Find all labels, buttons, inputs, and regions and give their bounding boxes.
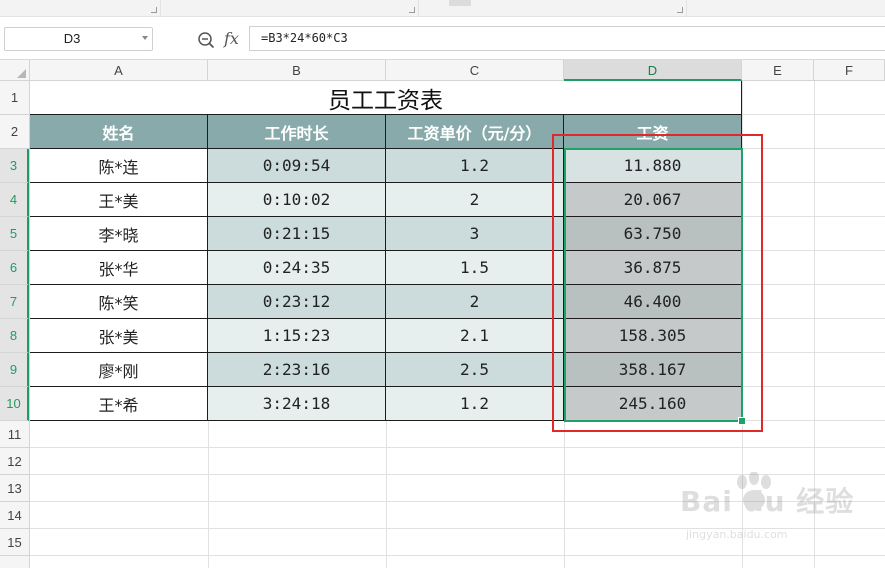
- table-cell[interactable]: 36.875: [564, 251, 742, 285]
- table-cell[interactable]: 2.1: [386, 319, 564, 353]
- row-header[interactable]: 1: [0, 81, 29, 115]
- table-cell[interactable]: 0:24:35: [208, 251, 386, 285]
- formula-input[interactable]: =B3*24*60*C3: [249, 26, 885, 51]
- zoom-icon[interactable]: [197, 31, 215, 49]
- chevron-down-icon[interactable]: [142, 36, 148, 40]
- row-header[interactable]: 12: [0, 448, 29, 475]
- row-header[interactable]: 4: [0, 183, 29, 217]
- row-header-column: 1 2 3 4 5 6 7 8 9 10 11 12 13 14 15: [0, 81, 30, 568]
- table-cell[interactable]: 2: [386, 183, 564, 217]
- column-header-b[interactable]: B: [208, 60, 386, 81]
- header-cell-duration[interactable]: 工作时长: [208, 115, 386, 149]
- table-cell[interactable]: 3: [386, 217, 564, 251]
- table-cell[interactable]: 0:21:15: [208, 217, 386, 251]
- row-header[interactable]: 15: [0, 529, 29, 556]
- watermark: Bai du 经验 jingyan.baidu.com: [672, 462, 877, 562]
- dialog-launcher-icon[interactable]: [409, 7, 415, 13]
- row-header[interactable]: 5: [0, 217, 29, 251]
- header-cell-wage[interactable]: 工资: [564, 115, 742, 149]
- ribbon-group-alignment: [418, 0, 687, 16]
- row-header[interactable]: 6: [0, 251, 29, 285]
- ribbon-bottom-strip: [0, 0, 885, 17]
- column-header-c[interactable]: C: [386, 60, 564, 81]
- ribbon-group-clipboard: [0, 0, 161, 16]
- fill-handle[interactable]: [738, 417, 746, 425]
- table-cell[interactable]: 63.750: [564, 217, 742, 251]
- insert-function-icon[interactable]: fx: [224, 29, 239, 48]
- name-box[interactable]: D3: [4, 27, 153, 51]
- row-header[interactable]: 11: [0, 421, 29, 448]
- row-header[interactable]: 2: [0, 115, 29, 149]
- column-header-f[interactable]: F: [814, 60, 885, 81]
- ribbon-group-font: [160, 0, 419, 16]
- table-cell[interactable]: 廖*刚: [30, 353, 208, 387]
- table-cell[interactable]: 1.5: [386, 251, 564, 285]
- table-cell[interactable]: 245.160: [564, 387, 742, 421]
- column-header-row: A B C D E F: [0, 60, 885, 81]
- gridline: [30, 447, 885, 448]
- table-cell[interactable]: 0:09:54: [208, 149, 386, 183]
- table-cell[interactable]: 1.2: [386, 387, 564, 421]
- table-cell[interactable]: 0:23:12: [208, 285, 386, 319]
- select-all-corner[interactable]: [0, 60, 30, 81]
- row-header[interactable]: 7: [0, 285, 29, 319]
- table-cell[interactable]: 王*美: [30, 183, 208, 217]
- table-cell[interactable]: 张*华: [30, 251, 208, 285]
- table-cell[interactable]: 158.305: [564, 319, 742, 353]
- table-cell[interactable]: 陈*笑: [30, 285, 208, 319]
- row-header[interactable]: 10: [0, 387, 29, 421]
- table-cell[interactable]: 3:24:18: [208, 387, 386, 421]
- table-cell[interactable]: 陈*连: [30, 149, 208, 183]
- watermark-text: Bai du 经验: [680, 485, 855, 518]
- header-cell-name[interactable]: 姓名: [30, 115, 208, 149]
- table-cell[interactable]: 张*美: [30, 319, 208, 353]
- row-header[interactable]: 13: [0, 475, 29, 502]
- table-cell[interactable]: 2: [386, 285, 564, 319]
- table-cell[interactable]: 11.880: [564, 149, 742, 183]
- table-cell[interactable]: 0:10:02: [208, 183, 386, 217]
- table-cell[interactable]: 李*晓: [30, 217, 208, 251]
- column-header-d[interactable]: D: [564, 60, 742, 81]
- table-cell[interactable]: 王*希: [30, 387, 208, 421]
- formula-text: =B3*24*60*C3: [261, 31, 348, 45]
- table-cell[interactable]: 1:15:23: [208, 319, 386, 353]
- table-cell[interactable]: 2.5: [386, 353, 564, 387]
- formula-bar: D3 fx =B3*24*60*C3: [0, 17, 885, 60]
- row-header[interactable]: 8: [0, 319, 29, 353]
- row-header[interactable]: 14: [0, 502, 29, 529]
- table-cell[interactable]: 46.400: [564, 285, 742, 319]
- watermark-url: jingyan.baidu.com: [686, 528, 788, 541]
- sheet-title-cell[interactable]: 员工工资表: [30, 81, 742, 115]
- name-box-value: D3: [63, 31, 81, 46]
- row-header[interactable]: 9: [0, 353, 29, 387]
- table-cell[interactable]: 358.167: [564, 353, 742, 387]
- column-header-e[interactable]: E: [742, 60, 814, 81]
- header-cell-unit-price[interactable]: 工资单价（元/分）: [386, 115, 564, 149]
- dialog-launcher-icon[interactable]: [677, 7, 683, 13]
- table-cell[interactable]: 20.067: [564, 183, 742, 217]
- dialog-launcher-icon[interactable]: [151, 7, 157, 13]
- select-all-triangle-icon: [17, 69, 26, 78]
- table-cell[interactable]: 2:23:16: [208, 353, 386, 387]
- row-header[interactable]: 3: [0, 149, 29, 183]
- column-header-a[interactable]: A: [30, 60, 208, 81]
- table-cell[interactable]: 1.2: [386, 149, 564, 183]
